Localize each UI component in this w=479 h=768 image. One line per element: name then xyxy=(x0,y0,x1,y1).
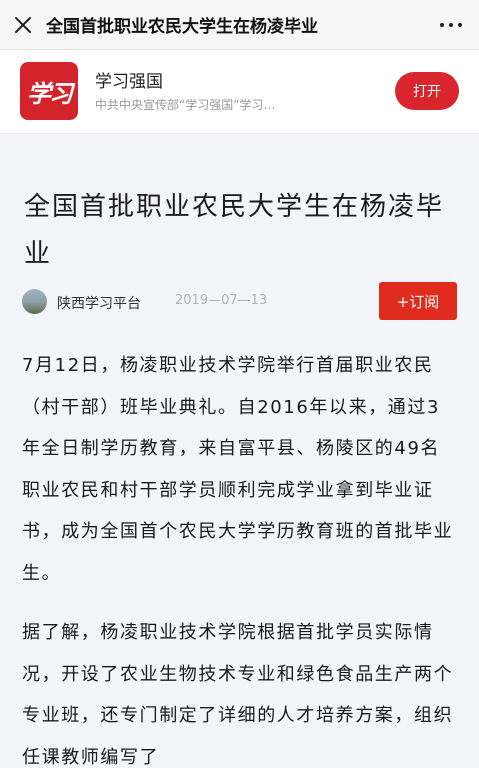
top-navigation-bar: 全国首批职业农民大学生在杨凌毕业 xyxy=(0,0,479,50)
close-icon xyxy=(15,16,31,33)
more-dots-icon xyxy=(440,22,462,27)
close-button[interactable] xyxy=(0,0,46,50)
app-description: 中共中央宣传部“学习强国”学习… xyxy=(95,98,276,112)
more-button[interactable] xyxy=(423,0,479,50)
article-title: 全国首批职业农民大学生在杨凌毕业 xyxy=(24,192,445,269)
app-download-banner: 学习 学习强国 中共中央宣传部“学习强国”学习… 打开 xyxy=(0,50,479,134)
source-avatar[interactable] xyxy=(22,289,47,314)
article-paragraph: 7月12日，杨凌职业技术学院举行首届职业农民（村干部）班毕业典礼。自2016年以… xyxy=(22,355,454,584)
source-name[interactable]: 陕西学习平台 xyxy=(57,293,141,313)
app-name: 学习强国 xyxy=(95,72,163,92)
subscribe-button[interactable]: +订阅 xyxy=(379,282,457,320)
article-paragraph: 据了解，杨凌职业技术学院根据首批学员实际情况，开设了农业生物技术专业和绿色食品生… xyxy=(22,622,454,768)
publish-date: 2019—07—13 xyxy=(175,293,268,308)
open-app-button[interactable]: 打开 xyxy=(395,72,459,110)
article-content: 全国首批职业农民大学生在杨凌毕业 陕西学习平台 2019—07—13 +订阅 7… xyxy=(0,134,479,768)
page-title: 全国首批职业农民大学生在杨凌毕业 xyxy=(46,17,318,37)
app-logo[interactable]: 学习 xyxy=(20,62,78,120)
app-logo-text: 学习 xyxy=(27,78,73,108)
